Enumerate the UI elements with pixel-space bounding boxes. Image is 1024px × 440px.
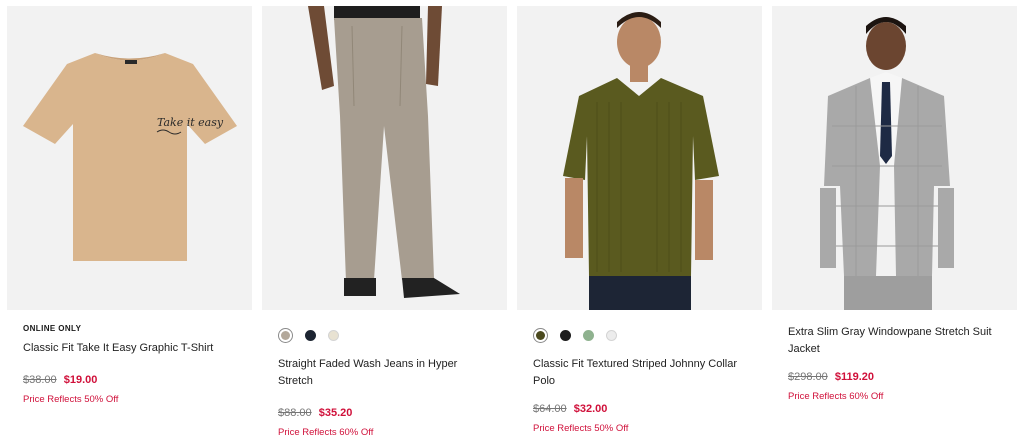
- product-title[interactable]: Classic Fit Textured Striped Johnny Coll…: [533, 356, 762, 390]
- color-swatch-navy[interactable]: [305, 329, 316, 341]
- tee-print-text: Take it easy: [157, 116, 224, 129]
- sale-price: $32.00: [573, 403, 608, 415]
- sale-price: $35.20: [318, 407, 353, 419]
- product-title[interactable]: Classic Fit Take It Easy Graphic T-Shirt: [23, 340, 252, 357]
- color-swatches: [533, 327, 762, 343]
- price-row: $298.00 $119.20: [788, 371, 1017, 385]
- online-only-badge: ONLINE ONLY: [23, 324, 82, 333]
- original-price: $298.00: [788, 371, 828, 383]
- product-card: Take it easy ONLINE ONLY Classic Fit Tak…: [7, 6, 252, 405]
- product-card: Straight Faded Wash Jeans in Hyper Stret…: [262, 6, 507, 438]
- sale-price: $119.20: [834, 371, 874, 383]
- product-title[interactable]: Straight Faded Wash Jeans in Hyper Stret…: [278, 356, 507, 390]
- price-row: $88.00 $35.20: [278, 407, 507, 421]
- product-image-jeans[interactable]: [262, 6, 507, 310]
- promo-text: Price Reflects 60% Off: [278, 427, 374, 438]
- promo-text: Price Reflects 50% Off: [533, 423, 629, 434]
- product-card: Extra Slim Gray Windowpane Stretch Suit …: [772, 6, 1017, 402]
- original-price: $38.00: [23, 374, 57, 386]
- original-price: $88.00: [278, 407, 312, 419]
- product-image-tshirt[interactable]: Take it easy: [7, 6, 252, 310]
- color-swatch-taupe[interactable]: [278, 327, 293, 343]
- price-row: $38.00 $19.00: [23, 374, 252, 388]
- color-swatches: [278, 327, 507, 343]
- product-grid: Take it easy ONLINE ONLY Classic Fit Tak…: [0, 0, 1024, 440]
- product-title[interactable]: Extra Slim Gray Windowpane Stretch Suit …: [788, 324, 1017, 358]
- color-swatch-black[interactable]: [560, 329, 571, 341]
- promo-text: Price Reflects 50% Off: [23, 394, 119, 405]
- product-image-polo[interactable]: [517, 6, 762, 310]
- color-swatch-sage[interactable]: [583, 329, 594, 341]
- promo-text: Price Reflects 60% Off: [788, 391, 884, 402]
- price-row: $64.00 $32.00: [533, 403, 762, 417]
- product-image-suit-jacket[interactable]: [772, 6, 1017, 310]
- product-card: Classic Fit Textured Striped Johnny Coll…: [517, 6, 762, 434]
- color-swatch-white[interactable]: [606, 329, 617, 341]
- color-swatch-olive[interactable]: [533, 327, 548, 343]
- sale-price: $19.00: [63, 374, 98, 386]
- color-swatch-ecru[interactable]: [328, 329, 339, 341]
- original-price: $64.00: [533, 403, 567, 415]
